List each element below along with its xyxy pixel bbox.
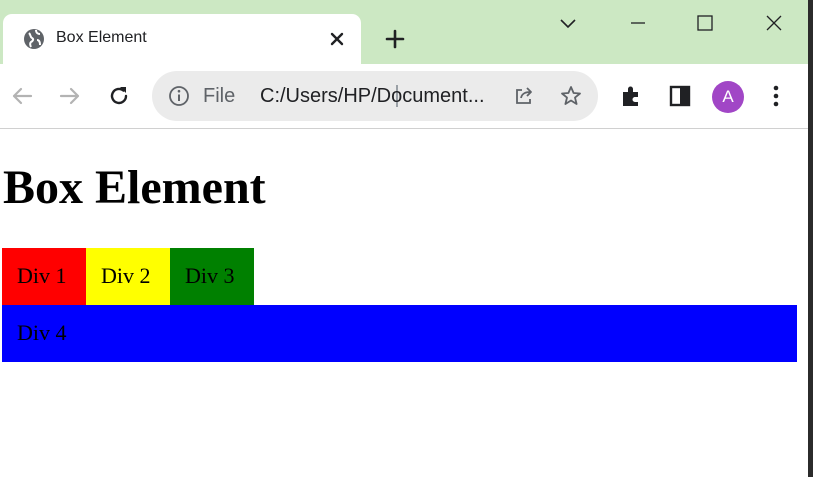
bookmark-star-icon[interactable]: [559, 84, 583, 108]
tab-box-element[interactable]: Box Element: [3, 14, 361, 64]
tab-strip: Box Element: [0, 0, 808, 64]
url-text[interactable]: C:/Users/HP/Document...: [260, 85, 485, 108]
maximize-icon[interactable]: [692, 10, 718, 36]
more-menu-icon[interactable]: [762, 82, 790, 110]
address-bar[interactable]: File C:/Users/HP/Document...: [152, 71, 598, 121]
close-tab-icon[interactable]: [325, 27, 349, 51]
tab-search-chevron-icon[interactable]: [555, 10, 581, 36]
extensions-puzzle-icon[interactable]: [618, 82, 646, 110]
div-box-2: Div 2: [86, 248, 170, 305]
close-window-icon[interactable]: [761, 10, 787, 36]
browser-window: Box Element File C:/Users/HP/Document...…: [0, 0, 808, 477]
scheme-label: File: [203, 85, 236, 107]
side-panel-icon[interactable]: [666, 82, 694, 110]
globe-icon: [24, 29, 44, 49]
forward-arrow-icon[interactable]: [56, 82, 84, 110]
share-icon[interactable]: [512, 84, 536, 108]
page-heading: Box Element: [3, 161, 266, 214]
window-edge: [808, 0, 813, 477]
div-box-1: Div 1: [2, 248, 86, 305]
reload-icon[interactable]: [105, 82, 133, 110]
minimize-icon[interactable]: [625, 10, 651, 36]
div-box-3: Div 3: [170, 248, 254, 305]
new-tab-icon[interactable]: [382, 26, 408, 52]
back-arrow-icon[interactable]: [8, 82, 36, 110]
site-info-icon[interactable]: [168, 85, 190, 107]
page-content: Box Element Div 1 Div 2 Div 3 Div 4: [0, 129, 808, 477]
tab-title: Box Element: [56, 29, 147, 46]
browser-toolbar: File C:/Users/HP/Document... A: [0, 64, 808, 129]
profile-avatar[interactable]: A: [712, 81, 744, 113]
div-box-4: Div 4: [2, 305, 797, 362]
